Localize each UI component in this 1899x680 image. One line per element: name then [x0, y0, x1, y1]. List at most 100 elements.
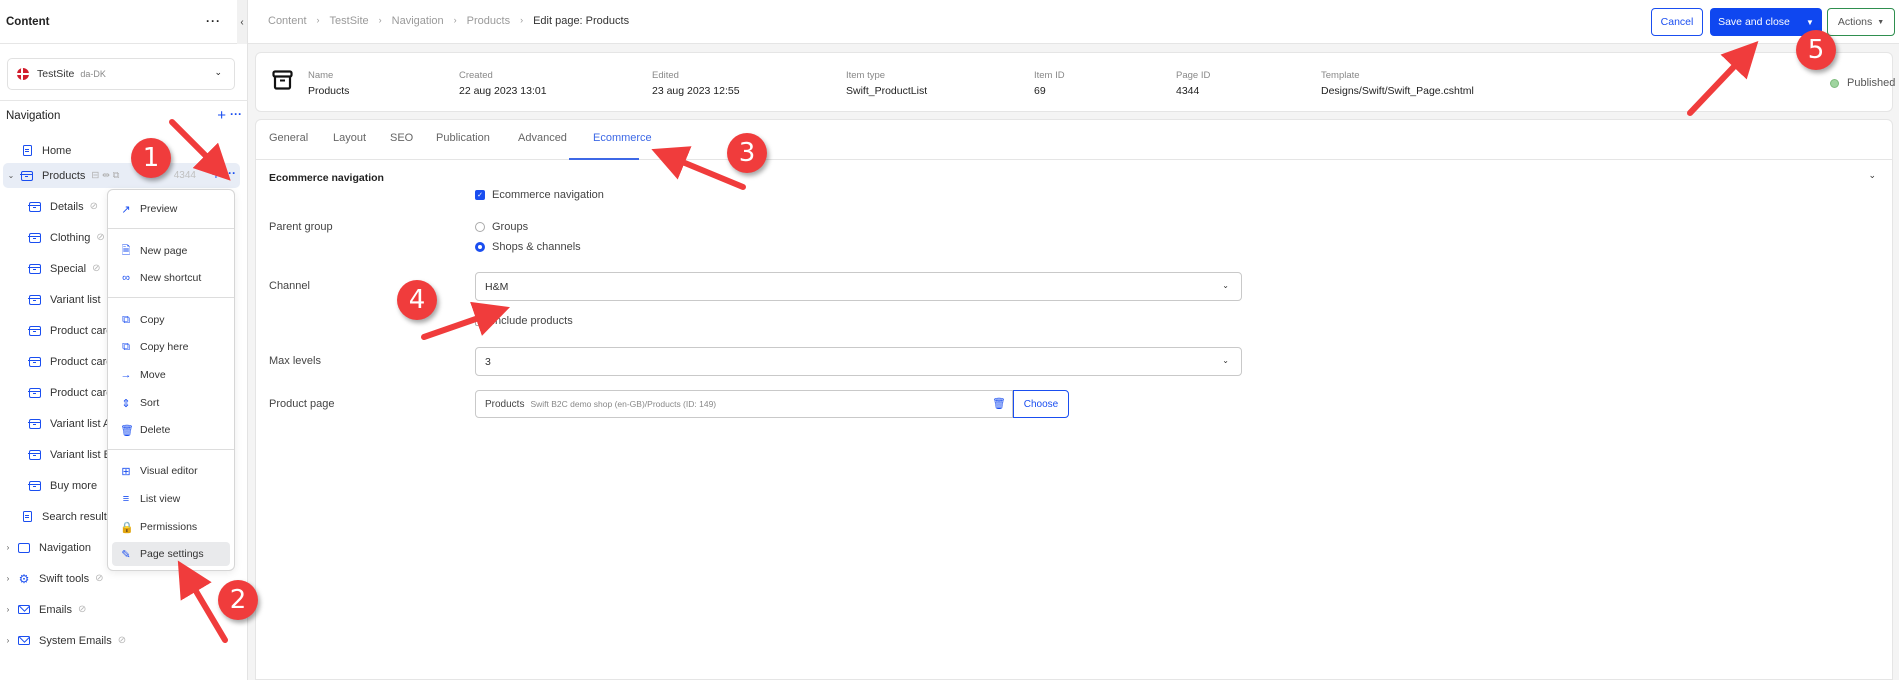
tree-item-label: Product card [50, 324, 113, 337]
chevron-right-icon[interactable]: › [3, 605, 13, 614]
breadcrumb-item[interactable]: Content [268, 15, 307, 27]
box-icon [28, 418, 42, 430]
trash-icon[interactable]: 🗑 [992, 397, 1006, 410]
chevron-right-icon[interactable]: › [3, 543, 13, 552]
chevron-down-icon: ⌄ [214, 67, 222, 77]
menu-item-new-page[interactable]: 🗎 New page [112, 239, 230, 263]
cancel-button[interactable]: Cancel [1651, 8, 1703, 36]
menu-item-move[interactable]: → Move [112, 363, 230, 387]
field-value: Products [308, 85, 350, 97]
tree-item[interactable]: › Emails ⊘ [0, 597, 240, 622]
add-subpage-button[interactable]: + [212, 166, 220, 182]
tab-general[interactable]: General [269, 132, 308, 144]
chevron-right-icon[interactable]: › [3, 574, 13, 583]
caret-down-icon: ▼ [1877, 18, 1885, 26]
info-item-type: Item type Swift_ProductList [846, 70, 927, 97]
chevron-down-icon: ⌄ [1222, 356, 1229, 365]
info-name: Name Products [308, 70, 349, 97]
chevron-down-icon: ⌄ [1222, 281, 1229, 290]
max-levels-select[interactable]: 3 ⌄ [475, 347, 1242, 376]
tree-item-label: Special [50, 262, 87, 275]
save-options-caret-icon[interactable]: ▼ [1798, 18, 1822, 27]
page-context-menu: ↗ Preview 🗎 New page ∞ New shortcut ⧉ Copy ⧉… [107, 189, 235, 571]
menu-divider [108, 449, 234, 450]
tab-publication[interactable]: Publication [436, 132, 490, 144]
layout-icon: ⊞ [121, 465, 131, 478]
menu-item-sort[interactable]: ⇕ Sort [112, 391, 230, 415]
hidden-eye-icon: ⊘ [96, 232, 105, 243]
menu-item-new-shortcut[interactable]: ∞ New shortcut [112, 266, 230, 290]
chevron-down-icon[interactable]: ⌄ [6, 171, 16, 180]
ecommerce-navigation-checkbox[interactable]: ✓ Ecommerce navigation [475, 189, 604, 201]
box-icon [28, 325, 42, 337]
menu-item-copy-here[interactable]: ⧉ Copy here [112, 335, 230, 359]
tree-item-home[interactable]: Home [0, 138, 240, 163]
tab-ecommerce[interactable]: Ecommerce [593, 132, 652, 144]
tree-item-products[interactable]: ⌄ Products ⊟ ⇹ ⧉ 4344 + ··· [3, 163, 240, 188]
radio-shops-channels[interactable]: Shops & channels [475, 241, 581, 253]
page-more-button[interactable]: ··· [224, 166, 236, 180]
box-icon [28, 232, 42, 244]
radio-groups[interactable]: Groups [475, 221, 528, 233]
field-value: 22 aug 2023 13:01 [459, 85, 547, 97]
field-label: Item ID [1034, 70, 1065, 81]
choose-button[interactable]: Choose [1013, 390, 1069, 418]
tree-item-label: Clothing [50, 231, 91, 244]
box-icon [272, 70, 293, 90]
annotation-badge-1: 1 [131, 138, 171, 178]
tab-seo[interactable]: SEO [390, 132, 413, 144]
navigation-heading: Navigation [6, 110, 61, 122]
sidebar-header: Content ··· ‹ [0, 0, 247, 44]
tree-item-label: Products [42, 169, 86, 182]
add-page-button[interactable]: + [217, 107, 226, 124]
menu-item-delete[interactable]: 🗑 Delete [112, 418, 230, 442]
menu-item-label: List view [140, 493, 181, 505]
menu-item-label: Delete [140, 424, 171, 436]
product-list-icon: ⊟ ⇹ ⧉ [91, 170, 120, 181]
menu-item-preview[interactable]: ↗ Preview [112, 197, 230, 221]
breadcrumb-item[interactable]: TestSite [330, 15, 369, 27]
menu-item-copy[interactable]: ⧉ Copy [112, 308, 230, 332]
sidebar-more-icon[interactable]: ··· [206, 14, 221, 28]
navigation-more-button[interactable]: ··· [230, 107, 242, 121]
chevron-right-icon: › [378, 15, 382, 25]
breadcrumb-item[interactable]: Products [467, 15, 510, 27]
collapse-sidebar-button[interactable]: ‹ [237, 0, 247, 44]
tab-advanced[interactable]: Advanced [518, 132, 567, 144]
menu-item-label: Copy here [140, 341, 189, 353]
box-icon [28, 263, 42, 275]
menu-item-list-view[interactable]: ≡ List view [112, 487, 230, 511]
info-created: Created 22 aug 2023 13:01 [459, 70, 547, 97]
radio-unselected-icon [475, 222, 485, 232]
checkbox-checked-icon: ✓ [475, 190, 485, 200]
box-icon [28, 449, 42, 461]
annotation-badge-4: 4 [397, 280, 437, 320]
actions-button[interactable]: Actions ▼ [1827, 8, 1895, 36]
breadcrumb-item[interactable]: Navigation [392, 15, 444, 27]
divider [0, 100, 248, 101]
menu-item-permissions[interactable]: 🔒 Permissions [112, 515, 230, 539]
content-sidebar: Content ··· ‹ TestSite da-DK ⌄ Navigatio… [0, 0, 248, 680]
product-page-field[interactable]: Products Swift B2C demo shop (en-GB)/Pro… [475, 390, 1013, 418]
active-tab-indicator [569, 158, 639, 160]
info-edited: Edited 23 aug 2023 12:55 [652, 70, 740, 97]
tree-item-label: Search result p [42, 510, 116, 523]
include-products-checkbox[interactable]: Include products [475, 315, 573, 327]
sidebar-title: Content [6, 15, 50, 28]
menu-item-page-settings[interactable]: ✎ Page settings [112, 542, 230, 566]
channel-select[interactable]: H&M ⌄ [475, 272, 1242, 301]
chevron-right-icon[interactable]: › [3, 636, 13, 645]
collapse-section-chevron-icon[interactable]: ⌄ [1868, 170, 1876, 181]
tab-layout[interactable]: Layout [333, 132, 366, 144]
tree-item-label: Product card [50, 355, 113, 368]
menu-item-visual-editor[interactable]: ⊞ Visual editor [112, 459, 230, 483]
chevron-right-icon: › [316, 15, 320, 25]
annotation-badge-5: 5 [1796, 30, 1836, 70]
breadcrumb-current: Edit page: Products [533, 15, 630, 27]
chevron-right-icon: › [453, 15, 457, 25]
site-selector[interactable]: TestSite da-DK ⌄ [7, 58, 235, 90]
box-icon [28, 201, 42, 213]
box-icon [28, 480, 42, 492]
tree-item[interactable]: › System Emails ⊘ [0, 628, 240, 653]
tab-bar: General Layout SEO Publication Advanced … [256, 120, 1892, 160]
